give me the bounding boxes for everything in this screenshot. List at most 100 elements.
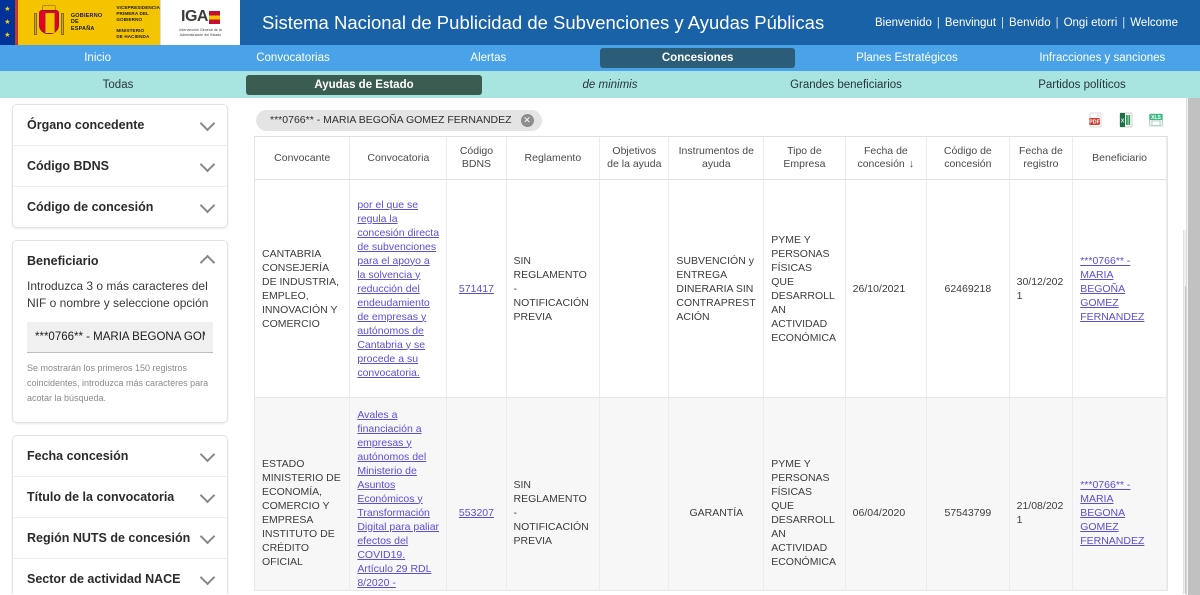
nav-item-convocatorias[interactable]: Convocatorias [195,49,390,67]
lang-eu[interactable]: Ongi etorri [1064,17,1118,29]
filter-label: Fecha concesión [27,449,129,463]
table-row[interactable]: ESTADO MINISTERIO DE ECONOMÍA, COMERCIO … [255,397,1167,591]
concesiones-table: Convocante Convocatoria Código BDNS Regl… [255,137,1167,591]
cell-codigo-concesion: 62469218 [926,179,1010,398]
svg-text:XLS: XLS [1151,115,1161,121]
codigo-bdns-link[interactable]: 571417 [459,283,494,295]
filter-label: Código de concesión [27,200,154,214]
csv-export-icon[interactable]: XLS [1148,112,1164,128]
nav-item-infracciones-y-sanciones[interactable]: Infracciones y sanciones [1005,49,1200,67]
gobierno-de-espana-logo: GOBIERNO DE ESPAÑA VICEPRESIDENCIA PRIME… [14,0,160,45]
cell-beneficiario[interactable]: ***0766** - MARIA BEGONA GOMEZ FERNANDEZ [1072,397,1167,590]
beneficiario-search-input[interactable] [27,322,213,353]
column-header-beneficiario[interactable]: Beneficiario [1072,137,1167,180]
column-header-fecha-de-registro[interactable]: Fecha de registro [1009,137,1074,180]
column-header-objetivos-de-la-ayuda[interactable]: Objetivos de la ayuda [599,137,670,180]
cell-tipo-empresa: PYME Y PERSONAS FÍSICAS QUE DESARROLLAN … [763,397,846,590]
page-scrollbar-thumb[interactable] [1188,98,1200,595]
filter-beneficiario-header[interactable]: Beneficiario [13,241,227,274]
codigo-bdns-link[interactable]: 553207 [459,507,494,519]
subtab-partidos-politicos[interactable]: Partidos políticos [964,79,1200,91]
chevron-down-icon [199,446,216,462]
column-header-label: Fecha de concesión [857,145,908,170]
subtab-de-minimis[interactable]: de minimis [492,79,728,91]
svg-text:PDF: PDF [1089,120,1100,126]
filter-label: Código BDNS [27,159,109,173]
column-header-codigo-de-concesion[interactable]: Código de concesión [926,137,1010,180]
filter-group-codes: Órgano concedente Código BDNS Código de … [12,104,228,228]
page-body: Órgano concedente Código BDNS Código de … [0,98,1200,595]
column-header-fecha-de-concesion[interactable]: Fecha de concesión ↓ [845,137,928,180]
subtab-grandes-beneficiarios[interactable]: Grandes beneficiarios [728,79,964,91]
eu-flag-icon: ★ ★ ★ [0,0,15,45]
igae-subtitle: Intervención General de la Administració… [179,28,222,37]
subtab-todas[interactable]: Todas [0,79,236,91]
igae-flag-icon [208,10,220,24]
cell-convocatoria[interactable]: Avales a financiación a empresas y autón… [349,397,448,591]
filter-sector-nace[interactable]: Sector de actividad NACE [13,559,227,594]
sort-descending-icon: ↓ [908,158,915,170]
institutional-logos: ★ ★ ★ GOBIERNO DE ESPAÑA VICEPRESIDENCIA P… [0,0,240,45]
filter-codigo-bdns[interactable]: Código BDNS [13,146,227,187]
beneficiario-hint-text: Se mostrarán los primeros 150 registros … [27,363,209,403]
cell-beneficiario[interactable]: ***0766** - MARIA BEGOÑA GOMEZ FERNANDEZ [1072,179,1167,398]
convocatoria-link[interactable]: por el que se regula la concesión direct… [357,199,439,379]
cell-fecha-registro: 30/12/2021 [1009,179,1074,398]
beneficiario-link[interactable]: ***0766** - MARIA BEGONA GOMEZ FERNANDEZ [1080,479,1144,547]
sub-navigation: Todas Ayudas de Estado de minimis Grande… [0,71,1200,98]
lang-en[interactable]: Welcome [1130,17,1178,29]
remove-filter-icon[interactable]: ✕ [520,113,534,127]
cell-reglamento: SIN REGLAMENTO - NOTIFICACIÓN PREVIA [506,397,601,590]
table-header-row: Convocante Convocatoria Código BDNS Regl… [255,137,1167,180]
results-area: ***0766** - MARIA BEGOÑA GOMEZ FERNANDEZ… [240,98,1200,594]
excel-export-icon[interactable]: X [1118,112,1134,128]
lang-gl[interactable]: Benvido [1009,17,1051,29]
language-selector: Bienvenido | Benvingut | Benvido | Ongi eto… [874,16,1178,29]
nav-item-alertas[interactable]: Alertas [391,49,586,67]
filter-organo-concedente[interactable]: Órgano concedente [13,105,227,146]
cell-objetivos [599,397,670,590]
filter-label: Sector de actividad NACE [27,572,181,586]
filter-region-nuts[interactable]: Región NUTS de concesión [13,518,227,559]
convocatoria-link[interactable]: Avales a financiación a empresas y autón… [357,409,439,591]
page-vertical-scrollbar[interactable] [1186,98,1200,595]
filter-codigo-de-concesion[interactable]: Código de concesión [13,187,227,227]
cell-fecha-registro: 21/08/2021 [1009,397,1074,590]
cell-convocatoria[interactable]: por el que se regula la concesión direct… [349,179,448,398]
cell-fecha-concesion: 26/10/2021 [845,179,928,398]
chevron-down-icon [199,528,216,544]
igae-logo: IGA Intervención General de la Administr… [160,0,240,45]
active-filter-label: ***0766** - MARIA BEGOÑA GOMEZ FERNANDEZ [270,114,512,126]
pdf-export-icon[interactable]: PDF [1088,112,1104,128]
lang-es[interactable]: Bienvenido [875,17,932,29]
nav-item-concesiones[interactable]: Concesiones [599,48,796,68]
filter-fecha-concesion[interactable]: Fecha concesión [13,436,227,477]
chevron-down-icon [199,487,216,503]
ministerio-label: VICEPRESIDENCIA PRIMERA DEL GOBIERNO MIN… [116,5,160,39]
subtab-ayudas-de-estado[interactable]: Ayudas de Estado [246,74,482,95]
beneficiario-link[interactable]: ***0766** - MARIA BEGOÑA GOMEZ FERNANDEZ [1080,255,1144,323]
nav-item-inicio[interactable]: Inicio [0,49,195,67]
lang-ca[interactable]: Benvingut [945,17,996,29]
filter-label: Título de la convocatoria [27,490,175,504]
cell-codigo-bdns[interactable]: 571417 [446,179,507,398]
filter-group-attributes: Fecha concesión Título de la convocatori… [12,435,228,594]
cell-convocante: CANTABRIA CONSEJERÍA DE INDUSTRIA, EMPLE… [255,179,351,398]
table-row[interactable]: CANTABRIA CONSEJERÍA DE INDUSTRIA, EMPLE… [255,179,1167,398]
column-header-tipo-de-empresa[interactable]: Tipo de Empresa [763,137,846,180]
active-filter-chip[interactable]: ***0766** - MARIA BEGOÑA GOMEZ FERNANDEZ… [256,109,542,131]
column-header-convocante[interactable]: Convocante [255,137,351,180]
chevron-down-icon [199,197,216,213]
column-header-convocatoria[interactable]: Convocatoria [349,137,448,180]
column-header-instrumentos-de-ayuda[interactable]: Instrumentos de ayuda [668,137,765,180]
export-toolbar: PDF X XLS [1088,112,1190,128]
column-header-codigo-bdns[interactable]: Código BDNS [446,137,507,180]
cell-fecha-concesion: 06/04/2020 [845,397,928,590]
site-header: ★ ★ ★ GOBIERNO DE ESPAÑA VICEPRESIDENCIA P… [0,0,1200,45]
cell-codigo-bdns[interactable]: 553207 [446,397,507,590]
nav-item-planes-estrategicos[interactable]: Planes Estratégicos [809,49,1004,67]
filter-titulo-convocatoria[interactable]: Título de la convocatoria [13,477,227,518]
coat-of-arms-icon [33,4,64,41]
beneficiario-help-text: Introduzca 3 o más caracteres del NIF o … [27,279,209,310]
column-header-reglamento[interactable]: Reglamento [506,137,601,180]
